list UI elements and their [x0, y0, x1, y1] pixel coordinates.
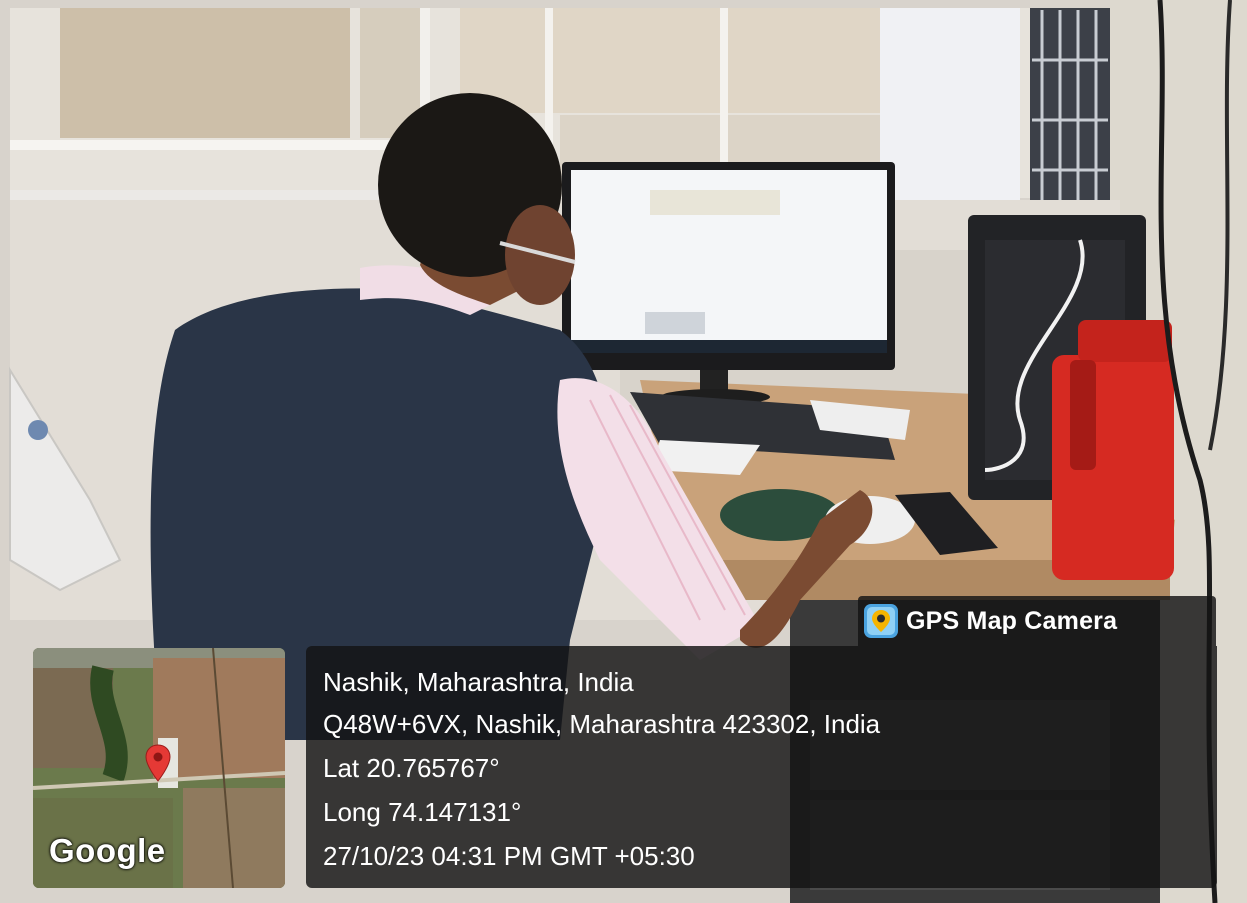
timestamp: 27/10/23 04:31 PM GMT +05:30 — [323, 841, 695, 871]
location-title: Nashik, Maharashtra, India — [323, 667, 634, 697]
map-pin-camera-icon — [864, 604, 898, 638]
latitude: Lat 20.765767° — [323, 753, 500, 783]
longitude: Long 74.147131° — [323, 797, 522, 827]
full-address: Q48W+6VX, Nashik, Maharashtra 423302, In… — [323, 709, 881, 739]
gps-app-name: GPS Map Camera — [906, 606, 1118, 635]
gps-camera-badge: GPS Map Camera — [858, 596, 1216, 646]
google-attribution: Google — [49, 832, 166, 869]
location-info-panel: Nashik, Maharashtra, India Q48W+6VX, Nas… — [306, 646, 1217, 888]
location-map-thumbnail: Google — [33, 648, 285, 888]
map-pin-icon — [145, 744, 171, 782]
geotagged-photo: GPS Map Camera Google Nashik, Maharashtr… — [0, 0, 1247, 903]
